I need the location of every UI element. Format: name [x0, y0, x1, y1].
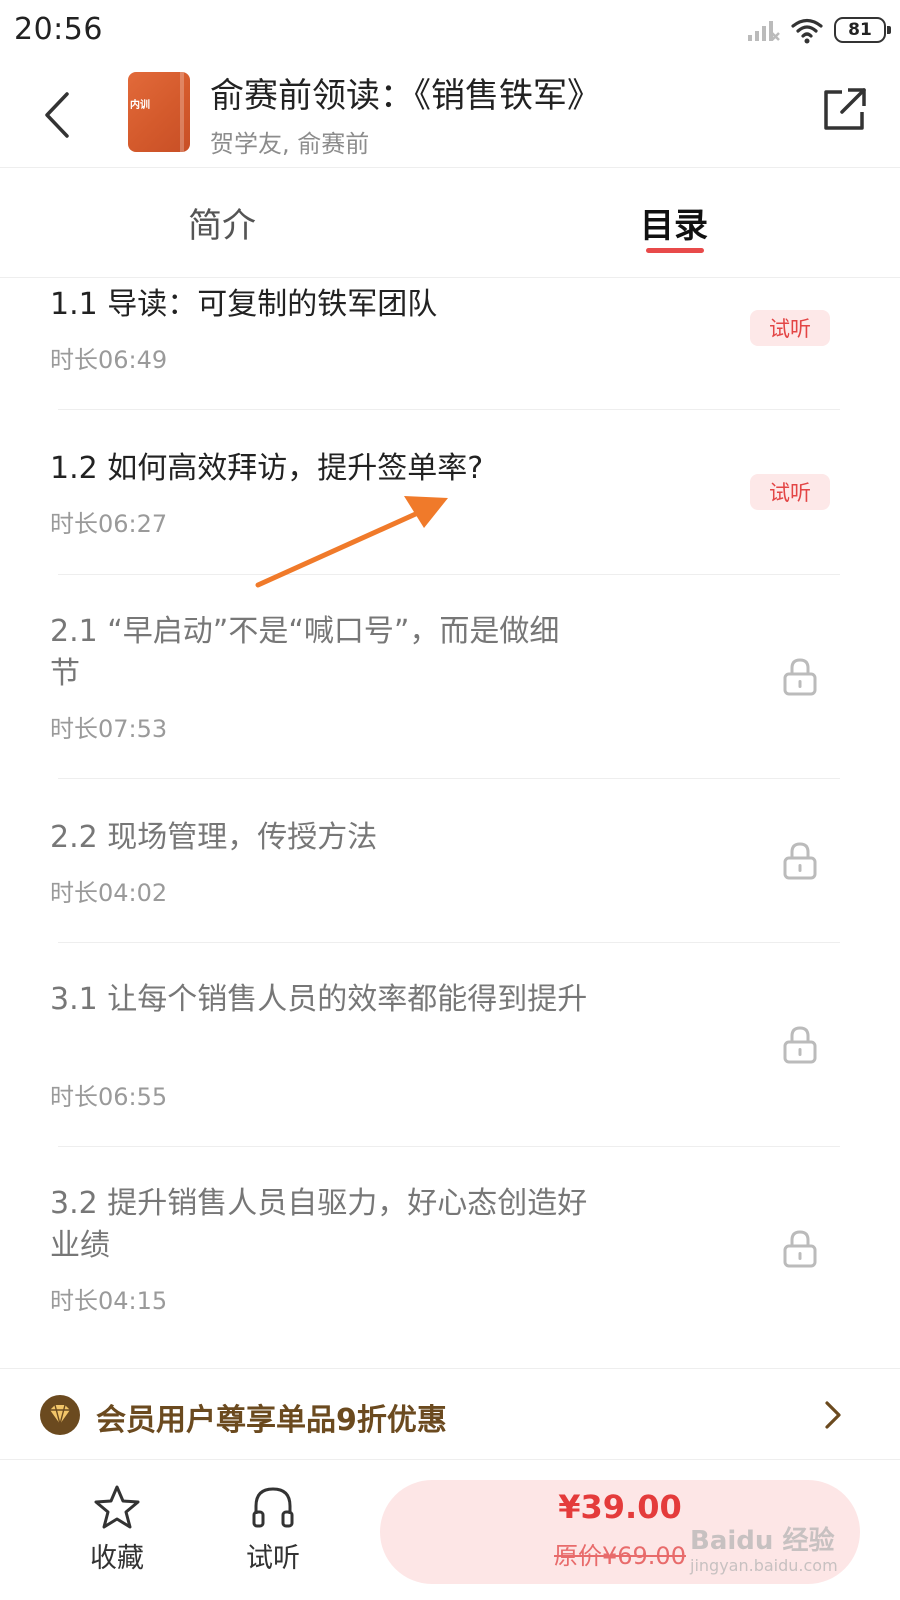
bottom-bar: 收藏 试听 ¥39.00 原价¥69.00 Baidu 经验 jingyan.b… — [0, 1460, 900, 1600]
chapter-item[interactable]: 2.2 现场管理，传授方法 时长04:02 — [0, 779, 900, 943]
chapter-duration: 时长06:49 — [50, 346, 168, 374]
share-button[interactable] — [816, 82, 872, 138]
signal-icon — [748, 21, 780, 41]
trial-badge[interactable]: 试听 — [750, 474, 830, 510]
lock-icon — [783, 1026, 817, 1064]
chapter-title: 1.1 导读：可复制的铁军团队 — [50, 287, 438, 322]
chapter-item[interactable]: 1.2 如何高效拜访，提升签单率? 时长06:27 试听 — [0, 410, 900, 574]
chapter-item[interactable]: 2.1 “早启动”不是“喊口号”，而是做细节 时长07:53 — [0, 575, 900, 779]
chapter-title: 3.1 让每个销售人员的效率都能得到提升 — [50, 982, 588, 1017]
tab-bar: 简介 目录 — [0, 168, 900, 278]
authors: 贺学友, 俞赛前 — [210, 130, 370, 158]
wifi-icon — [791, 18, 823, 44]
chapter-title: 2.2 现场管理，传授方法 — [50, 820, 378, 855]
trial-badge[interactable]: 试听 — [750, 310, 830, 346]
vip-diamond-icon — [40, 1395, 80, 1435]
trial-listen-button[interactable]: 试听 — [228, 1484, 318, 1584]
header: 内训 俞赛前领读：《销售铁军》 贺学友, 俞赛前 — [0, 62, 900, 168]
star-icon — [94, 1485, 140, 1529]
chapter-item[interactable]: 1.1 导读：可复制的铁军团队 时长06:49 试听 — [0, 278, 900, 408]
chapter-title: 1.2 如何高效拜访，提升签单率? — [50, 451, 484, 486]
chapter-duration: 时长06:27 — [50, 510, 168, 538]
status-icons: 81 — [746, 14, 891, 46]
share-icon — [824, 88, 866, 130]
chapter-item[interactable]: 3.1 让每个销售人员的效率都能得到提升 时长06:55 — [0, 943, 900, 1147]
chapter-duration: 时长04:02 — [50, 879, 168, 907]
chapter-title: 3.2 提升销售人员自驱力，好心态创造好业绩 — [50, 1186, 588, 1263]
headphones-icon — [252, 1487, 294, 1528]
lock-icon — [783, 842, 817, 880]
book-cover[interactable]: 内训 — [128, 72, 190, 152]
chapter-title: 2.1 “早启动”不是“喊口号”，而是做细节 — [50, 614, 560, 691]
chapter-item[interactable]: 3.2 提升销售人员自驱力，好心态创造好业绩 时长04:15 — [0, 1147, 900, 1351]
status-bar: 20:56 81 — [0, 0, 900, 62]
battery-indicator: 81 — [834, 17, 891, 43]
chapter-list: 1.1 导读：可复制的铁军团队 时长06:49 试听 1.2 如何高效拜访，提升… — [0, 278, 900, 1368]
tab-intro[interactable]: 简介 — [188, 198, 256, 247]
page-title: 俞赛前领读：《销售铁军》 — [210, 76, 601, 116]
chapter-duration: 时长06:55 — [50, 1083, 168, 1111]
lock-icon — [783, 658, 817, 696]
favorite-label: 收藏 — [90, 1543, 144, 1574]
status-time: 20:56 — [14, 12, 103, 47]
trial-listen-label: 试听 — [246, 1543, 300, 1574]
tab-catalog[interactable]: 目录 — [640, 198, 708, 247]
favorite-button[interactable]: 收藏 — [72, 1484, 162, 1584]
chapter-duration: 时长04:15 — [50, 1287, 168, 1315]
active-tab-indicator — [646, 248, 704, 253]
cover-label: 内训 — [130, 100, 150, 111]
back-arrow-icon — [45, 92, 69, 138]
chevron-right-icon — [818, 1397, 848, 1433]
member-banner[interactable]: 会员用户尊享单品9折优惠 — [0, 1368, 900, 1460]
lock-icon — [783, 1230, 817, 1268]
chapter-duration: 时长07:53 — [50, 715, 168, 743]
battery-level: 81 — [848, 20, 872, 40]
back-button[interactable] — [26, 80, 86, 150]
member-offer-text: 会员用户尊享单品9折优惠 — [96, 1403, 447, 1438]
watermark-url: jingyan.baidu.com — [690, 1556, 838, 1575]
watermark-brand: Baidu 经验 — [690, 1526, 835, 1556]
